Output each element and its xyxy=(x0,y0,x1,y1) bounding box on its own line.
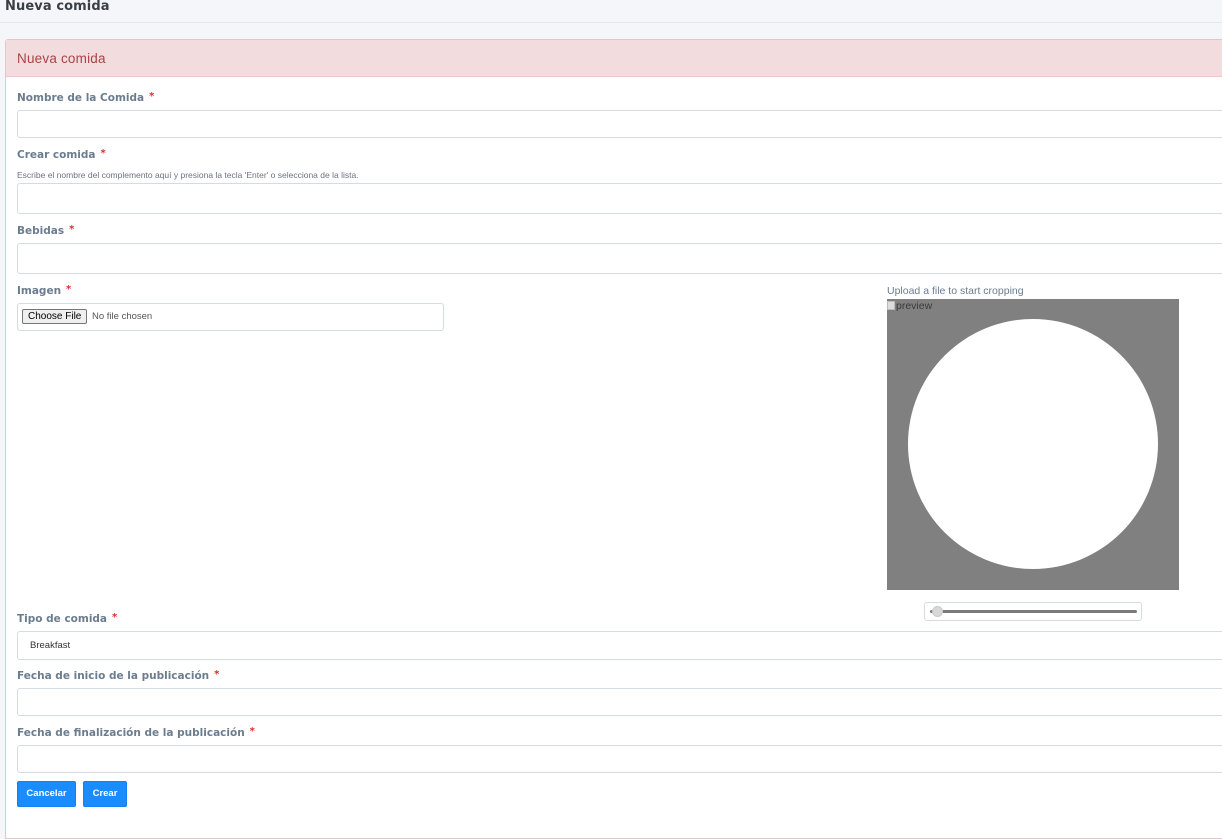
fecha-fin-label: Fecha de finalización de la publicación * xyxy=(17,726,255,739)
crop-area[interactable]: preview xyxy=(887,299,1179,590)
cancel-button[interactable]: Cancelar xyxy=(17,781,76,807)
preview-image: preview xyxy=(887,300,932,312)
nombre-input[interactable] xyxy=(17,110,1222,138)
crop-circle-mask[interactable] xyxy=(908,319,1158,569)
preview-alt-text: preview xyxy=(896,300,933,312)
fecha-fin-input[interactable] xyxy=(17,745,1222,773)
imagen-label-text: Imagen xyxy=(17,285,62,297)
page-header: Nueva comida xyxy=(0,0,1222,23)
create-button[interactable]: Crear xyxy=(83,781,127,807)
fecha-fin-label-text: Fecha de finalización de la publicación xyxy=(17,727,245,739)
required-marker: * xyxy=(100,148,106,159)
required-marker: * xyxy=(112,612,118,623)
zoom-slider-track xyxy=(930,610,1137,613)
page-title: Nueva comida xyxy=(5,0,110,14)
bebidas-label: Bebidas * xyxy=(17,224,75,237)
tipo-selected-value: Breakfast xyxy=(30,640,71,651)
crear-comida-helper: Escribe el nombre del complemento aquí y… xyxy=(17,170,359,180)
crear-comida-input[interactable] xyxy=(17,183,1222,214)
tipo-label: Tipo de comida * xyxy=(17,612,118,625)
required-marker: * xyxy=(214,669,220,680)
fecha-inicio-label-text: Fecha de inicio de la publicación xyxy=(17,670,210,682)
fecha-inicio-label: Fecha de inicio de la publicación * xyxy=(17,669,220,682)
required-marker: * xyxy=(249,726,255,737)
nombre-label: Nombre de la Comida * xyxy=(17,91,155,104)
required-marker: * xyxy=(66,284,72,295)
nombre-label-text: Nombre de la Comida xyxy=(17,92,145,104)
crear-comida-label: Crear comida * xyxy=(17,148,106,161)
broken-image-icon xyxy=(887,301,895,310)
fecha-inicio-input[interactable] xyxy=(17,688,1222,716)
bebidas-input[interactable] xyxy=(17,243,1222,274)
required-marker: * xyxy=(149,91,155,102)
required-marker: * xyxy=(69,224,75,235)
card-header: Nueva comida xyxy=(6,40,1222,77)
file-status: No file chosen xyxy=(92,311,153,322)
choose-file-button[interactable]: Choose File xyxy=(22,309,88,324)
crear-comida-label-text: Crear comida xyxy=(17,149,96,161)
card-title: Nueva comida xyxy=(17,51,106,66)
crop-caption: Upload a file to start cropping xyxy=(887,285,1024,297)
zoom-slider[interactable] xyxy=(924,602,1142,621)
tipo-select[interactable]: Breakfast xyxy=(17,631,1222,660)
zoom-slider-thumb[interactable] xyxy=(932,606,943,617)
imagen-label: Imagen * xyxy=(17,284,72,297)
bebidas-label-text: Bebidas xyxy=(17,225,65,237)
tipo-label-text: Tipo de comida xyxy=(17,613,108,625)
imagen-file-input[interactable]: Choose File No file chosen xyxy=(17,303,444,331)
